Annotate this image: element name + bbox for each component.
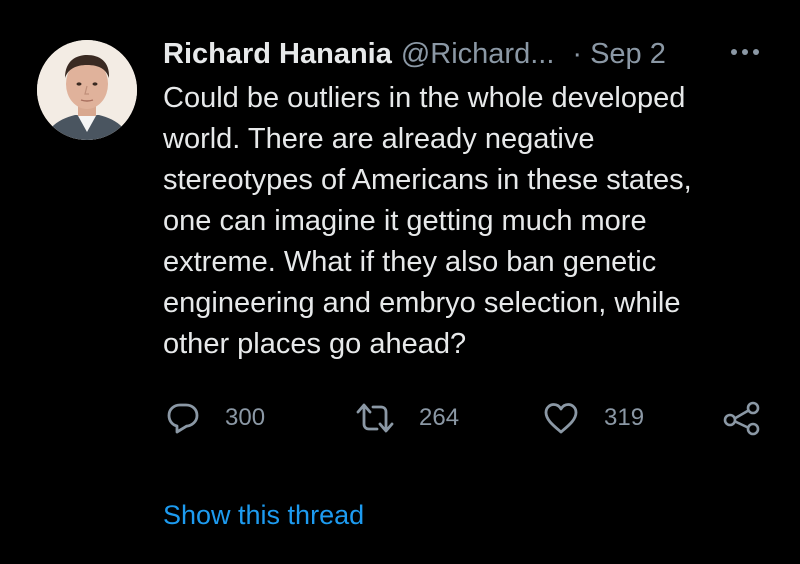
tweet[interactable]: Richard Hanania @Richard... · Sep 2 Coul… [0, 0, 800, 564]
reply-count: 300 [225, 404, 266, 431]
show-thread-link[interactable]: Show this thread [163, 495, 364, 535]
share-button[interactable] [720, 398, 764, 438]
tweet-text-line: other places go ahead? [163, 328, 467, 360]
tweet-text-line: extreme. What if they also ban genetic [163, 246, 657, 278]
reply-bubble-icon [165, 400, 201, 436]
tweet-text-line: world. There are already negative [163, 123, 595, 155]
retweet-button[interactable]: 264 [355, 398, 459, 438]
avatar-image [37, 40, 137, 140]
reply-button[interactable]: 300 [165, 398, 265, 438]
like-button[interactable]: 319 [542, 398, 644, 438]
tweet-text-line: one can imagine it getting much more [163, 205, 647, 237]
share-icon [720, 400, 764, 436]
retweet-count: 264 [419, 404, 460, 431]
tweet-text-line: stereotypes of Americans in these states… [163, 164, 692, 196]
tweet-text-line: engineering and embryo selection, while [163, 287, 681, 319]
tweet-text-line: Could be outliers in the whole developed [163, 82, 686, 114]
tweet-actions: 300 264 319 [0, 398, 800, 438]
more-dots-icon[interactable] [725, 40, 765, 64]
header-separator: · [572, 38, 583, 70]
avatar[interactable] [37, 40, 137, 140]
author-handle[interactable]: @Richard... [401, 34, 555, 74]
tweet-timestamp[interactable]: Sep 2 [590, 34, 666, 74]
author-display-name[interactable]: Richard Hanania [163, 34, 392, 74]
like-count: 319 [604, 404, 645, 431]
heart-icon [542, 400, 580, 436]
tweet-header: Richard Hanania @Richard... · Sep 2 [163, 34, 666, 74]
retweet-icon [355, 400, 395, 436]
tweet-text: Could be outliers in the whole developed… [163, 78, 763, 365]
